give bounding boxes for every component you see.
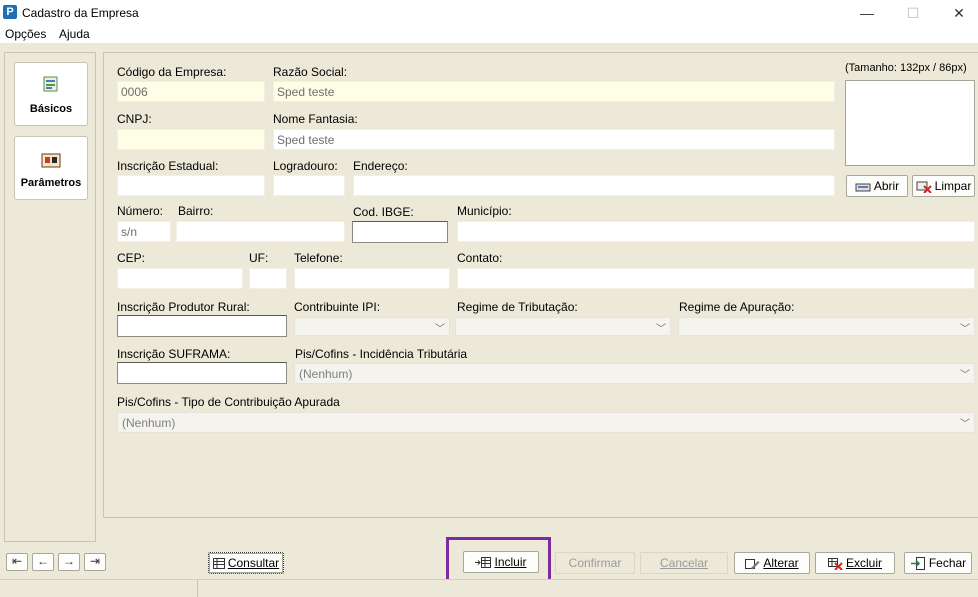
- regime-apuracao-select[interactable]: ﹀: [678, 317, 975, 336]
- chevron-down-icon: ﹀: [960, 324, 970, 335]
- edit-record-icon: [745, 558, 760, 570]
- bairro-label: Bairro:: [178, 204, 214, 218]
- window-title: Cadastro da Empresa: [22, 6, 139, 20]
- piscofins-tipo-value: (Nenhum): [122, 416, 176, 430]
- bairro-field[interactable]: [176, 221, 345, 242]
- prev-record-button[interactable]: ←: [32, 553, 54, 571]
- basicos-icon: [43, 76, 58, 92]
- first-record-button[interactable]: ⇤: [6, 553, 28, 571]
- chevron-down-icon: ﹀: [656, 324, 666, 335]
- alterar-label: Alterar: [763, 556, 799, 570]
- ipi-label: Contribuinte IPI:: [294, 300, 381, 314]
- ibge-label: Cod. IBGE:: [353, 205, 414, 219]
- contribuinte-ipi-select[interactable]: ﹀: [294, 317, 450, 336]
- abrir-button[interactable]: Abrir: [846, 175, 908, 197]
- clear-image-icon: [916, 181, 932, 193]
- uf-field[interactable]: [249, 268, 287, 289]
- piscofins-tipo-label: Pis/Cofins - Tipo de Contribuição Apurad…: [117, 395, 340, 409]
- exit-door-icon: [910, 557, 925, 571]
- codigo-field[interactable]: 0006: [117, 81, 265, 102]
- uf-label: UF:: [249, 251, 269, 265]
- apuracao-label: Regime de Apuração:: [679, 300, 795, 314]
- telefone-field[interactable]: [294, 268, 450, 289]
- municipio-label: Município:: [457, 204, 512, 218]
- cancelar-label: Cancelar: [659, 556, 709, 570]
- chevron-down-icon: ﹀: [960, 370, 970, 381]
- scanner-icon: [855, 183, 871, 192]
- app-logo-icon: P: [3, 5, 17, 19]
- logo-image-box: [845, 80, 975, 166]
- menu-opcoes[interactable]: Opções: [5, 27, 46, 41]
- alterar-button[interactable]: Alterar: [734, 552, 810, 574]
- cep-label: CEP:: [117, 251, 146, 265]
- numero-label: Número:: [117, 204, 164, 218]
- cnpj-field[interactable]: [117, 129, 265, 150]
- telefone-label: Telefone:: [294, 251, 343, 265]
- parametros-icon: [41, 153, 61, 168]
- logradouro-field[interactable]: [273, 175, 345, 196]
- limpar-button[interactable]: Limpar: [912, 175, 975, 197]
- confirmar-button[interactable]: Confirmar: [555, 552, 635, 574]
- last-record-button[interactable]: ⇥: [84, 553, 106, 571]
- consultar-button[interactable]: Consultar: [208, 552, 284, 574]
- endereco-field[interactable]: [353, 175, 835, 196]
- produtor-rural-field[interactable]: [117, 315, 287, 337]
- limpar-label: Limpar: [934, 179, 972, 193]
- fantasia-label: Nome Fantasia:: [273, 112, 358, 126]
- status-divider: [197, 580, 198, 597]
- menu-ajuda[interactable]: Ajuda: [59, 27, 90, 41]
- title-bar: P Cadastro da Empresa — ☐ ✕: [0, 0, 978, 26]
- chevron-down-icon: ﹀: [960, 419, 970, 430]
- nav-basicos-label: Básicos: [29, 103, 73, 115]
- excluir-label: Excluir: [845, 556, 882, 570]
- codigo-label: Código da Empresa:: [117, 65, 227, 79]
- ie-label: Inscrição Estadual:: [117, 159, 219, 173]
- regime-tributacao-select[interactable]: ﹀: [455, 317, 671, 336]
- cnpj-label: CNPJ:: [117, 112, 152, 126]
- status-bar: [0, 579, 978, 597]
- minimize-button[interactable]: —: [844, 0, 890, 26]
- confirmar-label: Confirmar: [568, 556, 622, 570]
- piscofins-incidencia-value: (Nenhum): [299, 367, 353, 381]
- piscofins-tipo-select[interactable]: (Nenhum) ﹀: [117, 412, 975, 433]
- abrir-label: Abrir: [873, 179, 900, 193]
- chevron-down-icon: ﹀: [435, 324, 445, 335]
- tributacao-label: Regime de Tributação:: [457, 300, 578, 314]
- piscofins-incidencia-label: Pis/Cofins - Incidência Tributária: [295, 347, 468, 361]
- nome-fantasia-field[interactable]: Sped teste: [273, 129, 835, 150]
- consultar-label: Consultar: [227, 556, 280, 570]
- municipio-field[interactable]: [457, 221, 975, 242]
- logradouro-label: Logradouro:: [273, 159, 338, 173]
- fechar-button[interactable]: Fechar: [904, 552, 972, 574]
- cep-field[interactable]: [117, 268, 243, 289]
- ipr-label: Inscrição Produtor Rural:: [117, 300, 250, 314]
- inscricao-estadual-field[interactable]: [117, 175, 265, 196]
- nav-basicos-button[interactable]: Básicos: [14, 62, 88, 126]
- nav-parametros-button[interactable]: Parâmetros: [14, 136, 88, 200]
- photo-size-label: (Tamanho: 132px / 86px): [845, 62, 967, 74]
- excluir-button[interactable]: Excluir: [815, 552, 895, 574]
- menu-bar: Opções Ajuda: [0, 26, 978, 43]
- suframa-label: Inscrição SUFRAMA:: [117, 347, 231, 361]
- contato-field[interactable]: [457, 268, 975, 289]
- cod-ibge-field[interactable]: [352, 221, 448, 243]
- maximize-button[interactable]: ☐: [890, 0, 936, 26]
- table-icon: [212, 558, 225, 570]
- nav-parametros-label: Parâmetros: [20, 177, 82, 189]
- suframa-field[interactable]: [117, 362, 287, 384]
- delete-record-icon: [827, 557, 843, 570]
- razao-social-field[interactable]: Sped teste: [273, 81, 835, 102]
- fechar-label: Fechar: [928, 556, 967, 570]
- close-button[interactable]: ✕: [936, 0, 978, 26]
- contato-label: Contato:: [457, 251, 503, 265]
- numero-field[interactable]: s/n: [117, 221, 171, 242]
- razao-label: Razão Social:: [273, 65, 348, 79]
- next-record-button[interactable]: →: [58, 553, 80, 571]
- endereco-label: Endereço:: [353, 159, 408, 173]
- cancelar-button[interactable]: Cancelar: [640, 552, 728, 574]
- piscofins-incidencia-select[interactable]: (Nenhum) ﹀: [294, 363, 975, 384]
